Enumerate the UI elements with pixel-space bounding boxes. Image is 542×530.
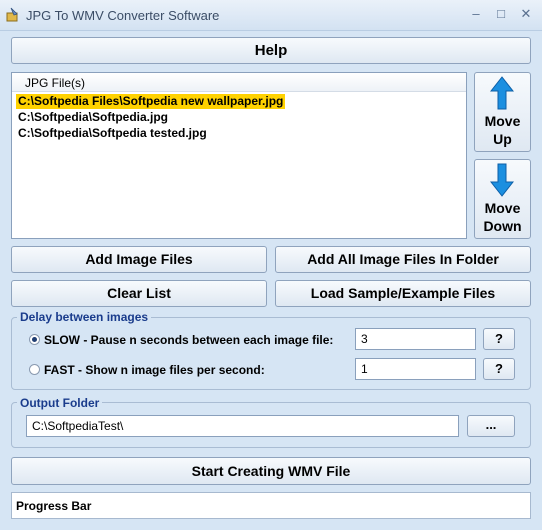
move-up-label-1: Move: [484, 113, 521, 129]
progress-label: Progress Bar: [16, 499, 92, 513]
maximize-button[interactable]: □: [491, 6, 511, 22]
help-button-label: Help: [254, 42, 288, 59]
move-down-button[interactable]: Move Down: [474, 159, 531, 239]
list-item[interactable]: C:\Softpedia\Softpedia.jpg: [16, 110, 170, 125]
load-sample-button[interactable]: Load Sample/Example Files: [275, 280, 531, 307]
fast-help-label: ?: [495, 361, 503, 376]
load-sample-label: Load Sample/Example Files: [310, 285, 496, 301]
arrow-down-icon: [490, 163, 514, 197]
output-legend: Output Folder: [17, 396, 103, 410]
slow-value-input[interactable]: 3: [355, 328, 476, 350]
add-image-files-label: Add Image Files: [85, 251, 193, 267]
move-up-button[interactable]: Move Up: [474, 72, 531, 152]
fast-value-input[interactable]: 1: [355, 358, 476, 380]
slow-help-label: ?: [495, 331, 503, 346]
list-item[interactable]: C:\Softpedia Files\Softpedia new wallpap…: [16, 94, 286, 109]
start-label: Start Creating WMV File: [191, 463, 351, 479]
move-down-label-2: Down: [483, 218, 522, 234]
browse-label: ...: [485, 417, 497, 432]
clear-list-button[interactable]: Clear List: [11, 280, 267, 307]
add-folder-label: Add All Image Files In Folder: [307, 251, 499, 267]
slow-label: SLOW - Pause n seconds between each imag…: [44, 333, 334, 347]
fast-radio[interactable]: [29, 364, 40, 375]
file-list[interactable]: JPG File(s) C:\Softpedia Files\Softpedia…: [11, 72, 467, 239]
output-folder-input[interactable]: C:\SoftpediaTest\: [26, 415, 459, 437]
window-title: JPG To WMV Converter Software: [26, 8, 220, 23]
slow-radio[interactable]: [29, 334, 40, 345]
add-image-files-button[interactable]: Add Image Files: [11, 246, 267, 273]
browse-button[interactable]: ...: [467, 415, 515, 437]
fast-label: FAST - Show n image files per second:: [44, 363, 265, 377]
slow-help-button[interactable]: ?: [483, 328, 515, 350]
help-button[interactable]: Help: [11, 37, 531, 64]
file-list-header[interactable]: JPG File(s): [12, 73, 466, 92]
progress-bar: Progress Bar: [11, 492, 531, 519]
delay-legend: Delay between images: [17, 310, 152, 324]
move-down-label-1: Move: [484, 200, 521, 216]
file-list-header-label: JPG File(s): [25, 76, 85, 90]
list-item[interactable]: C:\Softpedia\Softpedia tested.jpg: [16, 126, 209, 141]
title-bar: JPG To WMV Converter Software – □ ✕: [0, 0, 542, 31]
minimize-button[interactable]: –: [466, 6, 486, 22]
clear-list-label: Clear List: [107, 285, 171, 301]
arrow-up-icon: [490, 76, 514, 110]
app-icon: [6, 7, 18, 22]
fast-help-button[interactable]: ?: [483, 358, 515, 380]
move-up-label-2: Up: [493, 131, 512, 147]
start-button[interactable]: Start Creating WMV File: [11, 457, 531, 485]
add-folder-button[interactable]: Add All Image Files In Folder: [275, 246, 531, 273]
close-button[interactable]: ✕: [516, 6, 536, 22]
